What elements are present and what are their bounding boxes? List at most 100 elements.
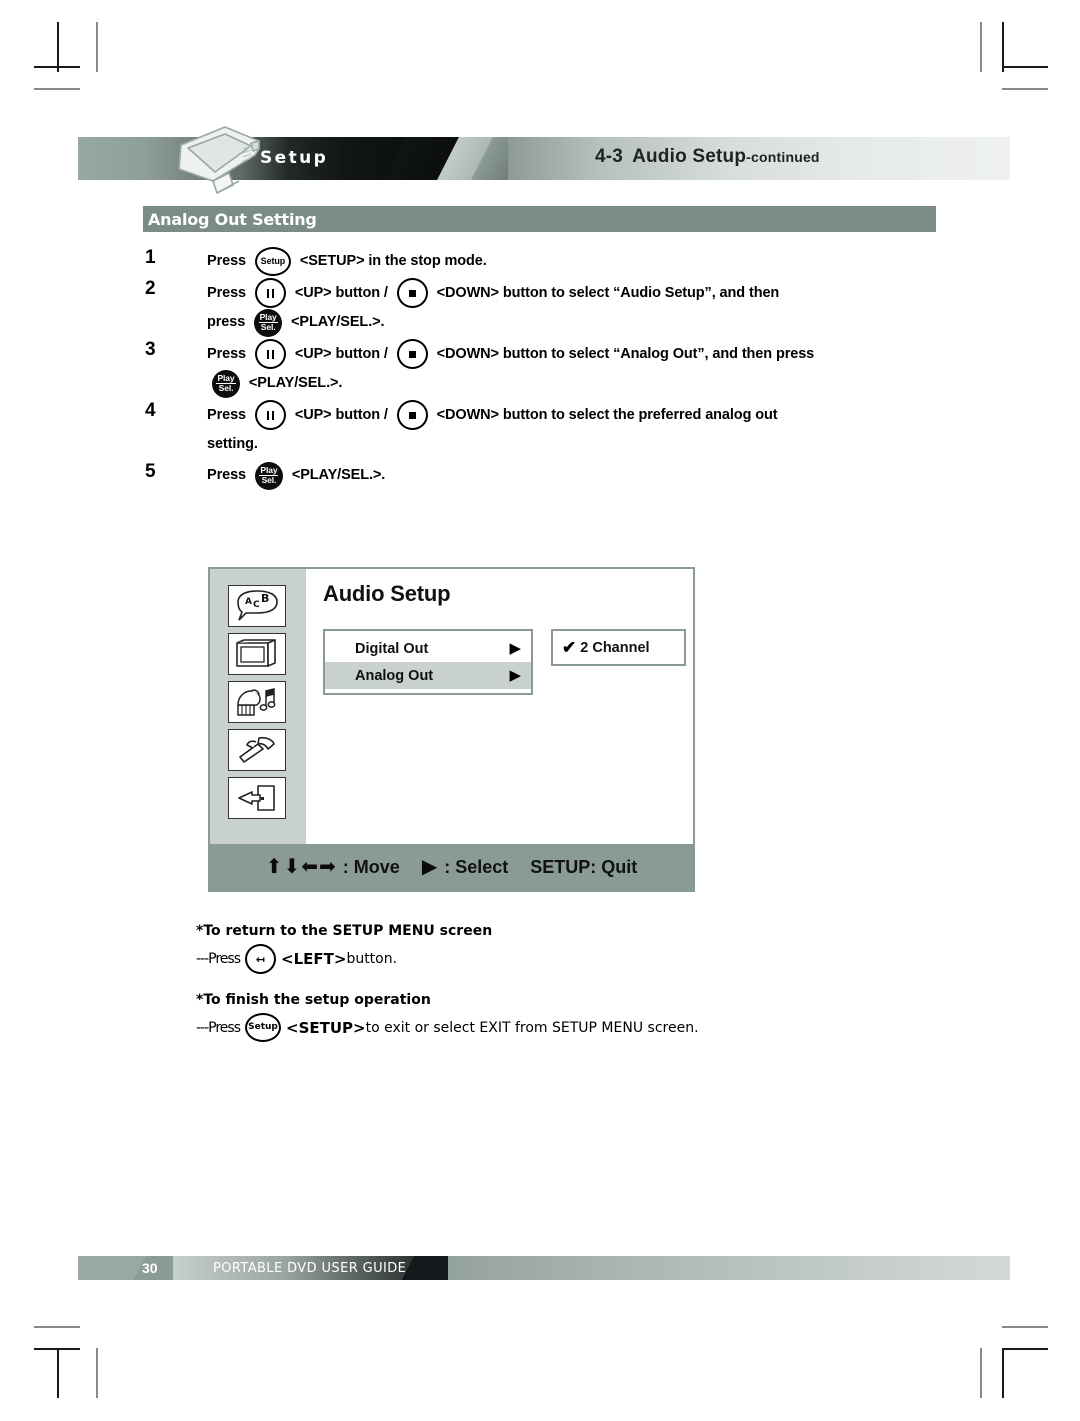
step-text: <UP> button / [290,345,392,362]
instruction-step: 2 Press <UP> button / <DOWN> button to se… [145,278,975,337]
instruction-step: 5 Press Play Sel. <PLAY/SEL.>. [145,461,975,490]
step-text: <PLAY/SEL.>. [245,375,343,391]
key-line-1: Play [259,464,279,476]
header-tab-label: Setup [260,148,329,168]
crop-mark-bl-h [34,1348,80,1350]
crop-mark-tl-bleed-v [96,22,98,72]
step-number: 2 [145,278,156,299]
language-speech-bubble-icon[interactable]: A C B [228,585,286,627]
title-text: Audio Setup [632,146,747,167]
crop-mark-br-bleed-v [980,1348,982,1398]
audio-gramophone-icon[interactable] [228,681,286,723]
step-number: 5 [145,461,156,482]
page-number: 30 [142,1260,158,1276]
instruction-step: 3 Press <UP> button / <DOWN> button to se… [145,339,975,398]
crop-mark-bl-bleed-v [96,1348,98,1398]
step-text: Press [207,345,250,362]
chevron-right-icon: ▶ [509,640,521,657]
osd-quit-label: SETUP: Quit [530,856,638,877]
osd-option-2-channel[interactable]: ✔ 2 Channel [551,629,686,666]
pause-glyph [266,349,275,359]
left-key-icon: ↤ [245,944,277,974]
crop-mark-tr-bleed-v [980,22,982,72]
step-line: Press Play Sel. <PLAY/SEL.>. [207,461,975,490]
step-number: 4 [145,400,156,421]
step-body: Press Setup <SETUP> in the stop mode. [207,247,975,276]
osd-sidebar: A C B [210,569,306,844]
step-text: <UP> button / [290,284,392,301]
osd-menu-item-label: Analog Out [355,667,434,684]
play-sel-key-icon: Play Sel. [254,461,283,490]
setup-key-icon: Setup [254,247,291,276]
osd-screenshot: A C B Audio Setup Digital Out ▶ Analog O… [208,567,695,892]
note-heading: *To return to the SETUP MENU screen [196,923,493,939]
osd-menu-item-analog-out[interactable]: Analog Out ▶ [325,662,531,689]
key-line-1: Play [216,372,236,384]
step-text: press [207,314,250,330]
svg-text:A: A [245,597,252,607]
play-sel-key-icon: Play Sel. [212,369,240,398]
step-body: Press <UP> button / <DOWN> button to sel… [207,400,975,459]
note-prefix: ---Press [196,1019,241,1036]
footnotes: *To return to the SETUP MENU screen ---Pr… [196,923,896,1060]
osd-menu-item-label: Digital Out [355,640,429,657]
step-line: Press <UP> button / <DOWN> button to sel… [207,278,975,308]
up-key-icon [254,400,286,430]
step-text: <PLAY/SEL.>. [287,467,386,483]
key-glyph-label: Setup [248,1022,278,1032]
step-number: 1 [145,247,156,268]
step-text: <DOWN> button to select the preferred an… [432,406,778,423]
step-body: Press Play Sel. <PLAY/SEL.>. [207,461,975,490]
osd-option-label: 2 Channel [580,639,650,656]
section-header-bar: Analog Out Setting [143,206,936,232]
crop-mark-tl-h [34,66,80,68]
up-key-icon [254,339,286,369]
step-body: Press <UP> button / <DOWN> button to sel… [207,339,975,398]
osd-menu-list: Digital Out ▶ Analog Out ▶ [323,629,533,695]
key-line-2: Sel. [218,383,234,394]
stop-glyph [408,289,416,297]
osd-body: A C B Audio Setup Digital Out ▶ Analog O… [210,569,693,844]
osd-move-label: : Move [342,856,400,877]
step-text: setting. [207,436,258,452]
osd-title: Audio Setup [323,581,451,606]
key-line-2: Sel. [260,322,276,333]
section-number: 4-3 [595,146,624,167]
crop-mark-bl-v [57,1348,59,1398]
crop-mark-tl-v [57,22,59,72]
step-number: 3 [145,339,156,360]
chevron-right-icon: ▶ [509,667,521,684]
note-prefix: ---Press [196,951,241,967]
instruction-step: 1 Press Setup <SETUP> in the stop mode. [145,247,975,276]
up-key-icon [254,278,286,308]
step-text: <UP> button / [290,406,392,423]
step-text: Press [207,284,250,301]
title-suffix: -continued [746,149,820,165]
osd-select-label: : Select [444,856,509,877]
play-sel-key-icon: Play Sel. [254,308,283,337]
crop-mark-br-v [1002,1348,1004,1398]
step-text: <DOWN> button to select “Audio Setup”, a… [432,284,780,301]
key-line-2: Sel. [261,475,277,486]
step-line: Play Sel. <PLAY/SEL.>. [207,369,975,398]
osd-hint-bar: ⬆⬇⬅➡ : Move ▶ : Select SETUP: Quit [210,844,693,890]
setup-key-icon: Setup [245,1013,282,1042]
exit-door-icon[interactable] [228,777,286,819]
guide-title: PORTABLE DVD USER GUIDE [213,1261,407,1276]
setup-hammer-icon[interactable] [228,729,286,771]
step-text: Press [207,253,250,269]
note-heading: *To finish the setup operation [196,992,431,1008]
svg-text:B: B [261,592,269,605]
note-bold-label: <LEFT> [281,950,347,968]
step-line: setting. [207,430,975,459]
step-text: <SETUP> in the stop mode. [295,253,487,269]
display-tv-icon[interactable] [228,633,286,675]
step-text: <PLAY/SEL.>. [287,314,385,330]
pause-glyph [266,288,275,298]
crop-mark-tr-v [1002,22,1004,72]
osd-menu-item-digital-out[interactable]: Digital Out ▶ [325,635,531,662]
instruction-steps: 1 Press Setup <SETUP> in the stop mode. 2 P… [145,247,975,492]
crop-mark-br-bleed-h [1002,1326,1048,1328]
footer-seg-right [448,1256,1010,1280]
note-bold-label: <SETUP> [286,1018,366,1037]
